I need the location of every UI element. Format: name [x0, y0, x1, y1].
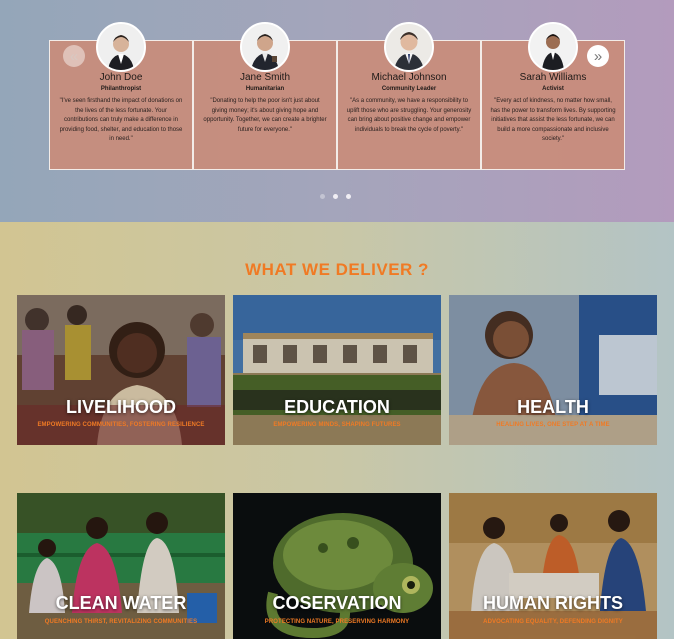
tile-livelihood[interactable]: LIVELIHOOD EMPOWERING COMMUNITIES, FOSTE…: [17, 295, 225, 445]
tile-title: EDUCATION: [284, 397, 390, 417]
testimonial-name: Michael Johnson: [371, 72, 447, 83]
testimonials-section: John Doe Philanthropist "I've seen first…: [0, 0, 674, 222]
testimonial-name: John Doe: [99, 72, 143, 83]
carousel-dot[interactable]: [346, 194, 351, 199]
tile-clean-water[interactable]: CLEAN WATER QUENCHING THIRST, REVITALIZI…: [17, 493, 225, 639]
avatar: [528, 22, 578, 72]
testimonial-name: Jane Smith: [239, 72, 291, 83]
tile-subtitle: PROTECTING NATURE, PRESERVING HARMONY: [264, 619, 410, 625]
tile-title: COSERVATION: [272, 593, 402, 613]
carousel-dot[interactable]: [333, 194, 338, 199]
carousel-prev-button[interactable]: «: [63, 45, 85, 67]
tile-title: LIVELIHOOD: [65, 397, 176, 417]
tile-conservation[interactable]: COSERVATION PROTECTING NATURE, PRESERVIN…: [233, 493, 441, 639]
tile-subtitle: EMPOWERING COMMUNITIES, FOSTERING RESILI…: [37, 422, 205, 428]
testimonial-role: Community Leader: [381, 86, 437, 92]
what-we-deliver-section: WHAT WE DELIVER ? LIVELIHOOD EMPOWERING …: [0, 222, 674, 639]
tile-subtitle: HEALING LIVES, ONE STEP AT A TIME: [496, 422, 610, 428]
avatar: [240, 22, 290, 72]
tile-title: HUMAN RIGHTS: [483, 593, 623, 613]
testimonial-carousel[interactable]: John Doe Philanthropist "I've seen first…: [49, 22, 625, 170]
testimonial-quote: "Every act of kindness, no matter how sm…: [490, 98, 616, 142]
testimonial-quote: "As a community, we have a responsibilit…: [346, 98, 472, 133]
carousel-pagination: [320, 194, 351, 199]
testimonial-card: Jane Smith Humanitarian "Donating to hel…: [193, 22, 337, 170]
testimonial-role: Humanitarian: [245, 86, 285, 92]
tile-subtitle: ADVOCATING EQUALITY, DEFENDING DIGNITY: [483, 619, 623, 625]
tile-education[interactable]: EDUCATION EMPOWERING MINDS, SHAPING FUTU…: [233, 295, 441, 445]
testimonial-quote: "Donating to help the poor isn't just ab…: [203, 98, 327, 133]
testimonial-quote: "I've seen firsthand the impact of donat…: [59, 98, 183, 142]
testimonial-role: Activist: [542, 86, 564, 92]
testimonial-card: Michael Johnson Community Leader "As a c…: [337, 22, 481, 170]
testimonial-role: Philanthropist: [100, 86, 142, 92]
avatar: [96, 22, 146, 72]
tile-health[interactable]: HEALTH HEALING LIVES, ONE STEP AT A TIME: [449, 295, 657, 445]
chevron-double-right-icon: »: [593, 47, 603, 65]
avatar: [384, 22, 434, 72]
tile-subtitle: EMPOWERING MINDS, SHAPING FUTURES: [273, 422, 401, 428]
tile-subtitle: QUENCHING THIRST, REVITALIZING COMMUNITI…: [44, 619, 198, 625]
section-title: WHAT WE DELIVER ?: [245, 260, 429, 279]
carousel-dot[interactable]: [320, 194, 325, 199]
tile-human-rights[interactable]: HUMAN RIGHTS ADVOCATING EQUALITY, DEFEND…: [449, 493, 657, 639]
carousel-next-button[interactable]: »: [587, 45, 609, 67]
tile-title: CLEAN WATER: [55, 593, 187, 613]
chevron-double-left-icon: «: [69, 47, 79, 65]
testimonial-name: Sarah Williams: [519, 72, 587, 83]
tile-title: HEALTH: [517, 397, 589, 417]
